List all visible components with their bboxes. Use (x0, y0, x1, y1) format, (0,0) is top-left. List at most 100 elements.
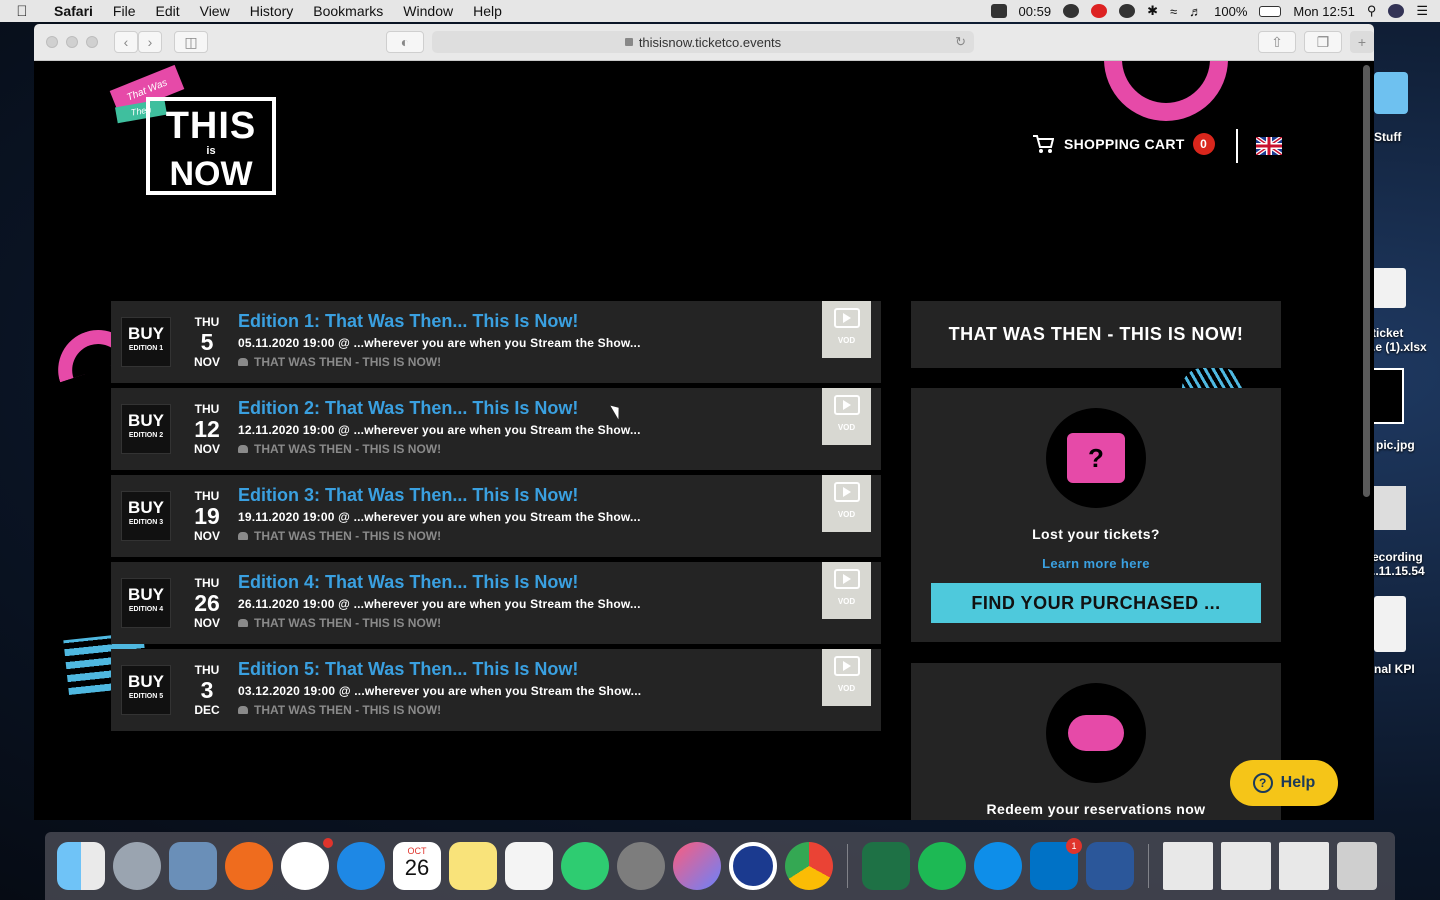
reminders-icon[interactable] (505, 842, 553, 890)
teamviewer-icon[interactable] (974, 842, 1022, 890)
shopping-cart-link[interactable]: SHOPPING CART 0 (1032, 133, 1215, 155)
spotify-icon[interactable] (918, 842, 966, 890)
folder-icon[interactable] (1374, 72, 1408, 114)
event-row[interactable]: BUY EDITION 3 THU 19 NOV Edition 3: That Wa… (111, 475, 881, 557)
event-thumbnail[interactable]: BUY EDITION 3 (121, 491, 171, 541)
docx-file-icon[interactable] (1374, 596, 1406, 652)
pic-thumbnail-icon[interactable] (1372, 368, 1404, 424)
itunes-icon[interactable] (673, 842, 721, 890)
event-thumbnail[interactable]: BUY EDITION 5 (121, 665, 171, 715)
desktop-item-kpi[interactable]: nal KPI (1374, 662, 1415, 676)
vod-badge[interactable]: VOD (822, 388, 871, 445)
battery-percent[interactable]: 100% (1214, 4, 1247, 19)
launchpad-icon[interactable] (113, 842, 161, 890)
preview-icon[interactable] (169, 842, 217, 890)
volume-icon[interactable]: ♬ (1189, 4, 1202, 19)
menu-help[interactable]: Help (463, 3, 512, 19)
siri-icon[interactable] (1388, 4, 1405, 18)
wifi-icon[interactable]: ≈ (1170, 4, 1177, 19)
event-thumbnail[interactable]: BUY EDITION 1 (121, 317, 171, 367)
xlsx-file-icon[interactable] (1372, 268, 1406, 308)
desktop-item-stuff[interactable]: Stuff (1374, 130, 1401, 144)
event-row[interactable]: BUY EDITION 5 THU 3 DEC Edition 5: That Was… (111, 649, 881, 731)
tabs-overview-button[interactable]: ❐ (1304, 31, 1342, 53)
event-row[interactable]: BUY EDITION 4 THU 26 NOV Edition 4: That Wa… (111, 562, 881, 644)
slack-icon[interactable] (281, 838, 333, 890)
bluetooth-icon[interactable]: ✱ (1147, 3, 1158, 19)
event-title-link[interactable]: Edition 2: That Was Then... This Is Now! (238, 398, 578, 419)
forward-button[interactable]: › (138, 31, 162, 53)
vod-badge[interactable]: VOD (822, 301, 871, 358)
recent-window-2-icon[interactable] (1221, 842, 1271, 890)
menu-history[interactable]: History (240, 3, 304, 19)
teamviewer-status-icon[interactable] (990, 4, 1007, 18)
privacy-report-button[interactable]: ◐ (386, 31, 424, 53)
event-thumbnail[interactable]: BUY EDITION 4 (121, 578, 171, 628)
pause-icon[interactable] (1063, 4, 1080, 18)
vod-badge[interactable]: VOD (822, 649, 871, 706)
battery-icon[interactable] (1259, 5, 1282, 17)
event-title-link[interactable]: Edition 4: That Was Then... This Is Now! (238, 572, 578, 593)
minimize-window-button[interactable] (66, 36, 78, 48)
record-icon[interactable] (1091, 4, 1108, 18)
menu-window[interactable]: Window (393, 3, 463, 19)
event-title-link[interactable]: Edition 1: That Was Then... This Is Now! (238, 311, 578, 332)
outlook-icon[interactable]: 1 (1030, 838, 1082, 890)
close-window-button[interactable] (46, 36, 58, 48)
notification-center-icon[interactable]: ☰ (1416, 3, 1428, 19)
page-scrollbar[interactable] (1363, 65, 1370, 497)
site-logo[interactable]: That Was Then THIS is NOW (109, 64, 282, 198)
organizer-title-card[interactable]: THAT WAS THEN - THIS IS NOW! (911, 301, 1281, 368)
app-a-icon[interactable] (561, 842, 609, 890)
system-preferences-icon[interactable] (617, 842, 665, 890)
cloud-icon[interactable] (1119, 4, 1136, 18)
desktop-item-ticket-xlsx[interactable]: ticket .e (1).xlsx (1372, 326, 1427, 354)
share-button[interactable]: ⇧ (1258, 31, 1296, 53)
timer-text[interactable]: 00:59 (1019, 4, 1052, 19)
reload-icon[interactable]: ↻ (955, 34, 966, 50)
event-title-link[interactable]: Edition 5: That Was Then... This Is Now! (238, 659, 578, 680)
1password-icon[interactable] (729, 842, 777, 890)
event-row[interactable]: BUY EDITION 1 THU 5 NOV Edition 1: That Was… (111, 301, 881, 383)
spotlight-icon[interactable]: ⚲ (1367, 3, 1377, 19)
finder-icon[interactable] (57, 842, 105, 890)
new-tab-button[interactable]: + (1350, 31, 1374, 53)
address-bar[interactable]: thisisnow.ticketco.events ↻ (432, 31, 974, 53)
recent-window-1-icon[interactable] (1163, 842, 1213, 890)
dock-separator (1148, 844, 1149, 888)
desktop-item-pic[interactable]: pic.jpg (1376, 438, 1415, 452)
sublime-icon[interactable] (225, 842, 273, 890)
vod-badge[interactable]: VOD (822, 475, 871, 532)
recording-thumbnail-icon[interactable] (1372, 486, 1406, 530)
vod-label: VOD (837, 510, 856, 519)
notes-icon[interactable] (449, 842, 497, 890)
event-row[interactable]: BUY EDITION 2 THU 12 NOV Edition 2: That Wa… (111, 388, 881, 470)
apple-menu-icon[interactable]:  (0, 3, 44, 20)
back-button[interactable]: ‹ (114, 31, 138, 53)
menu-view[interactable]: View (190, 3, 240, 19)
lost-ticket-icon: ? (1046, 408, 1146, 508)
excel-icon[interactable] (862, 842, 910, 890)
recent-window-3-icon[interactable] (1279, 842, 1329, 890)
calendar-icon[interactable]: OCT 26 (393, 842, 441, 890)
vod-badge[interactable]: VOD (822, 562, 871, 619)
menu-bookmarks[interactable]: Bookmarks (303, 3, 393, 19)
word-icon[interactable] (1086, 842, 1134, 890)
event-thumbnail[interactable]: BUY EDITION 2 (121, 404, 171, 454)
menu-app-name[interactable]: Safari (44, 3, 103, 19)
find-purchased-button[interactable]: FIND YOUR PURCHASED ... (931, 583, 1261, 623)
chrome-icon[interactable] (785, 842, 833, 890)
uk-flag-icon[interactable] (1256, 137, 1282, 155)
event-title-link[interactable]: Edition 3: That Was Then... This Is Now! (238, 485, 578, 506)
sidebar-toggle-button[interactable]: ◫ (174, 31, 208, 53)
safari-dock-icon[interactable] (337, 842, 385, 890)
menu-edit[interactable]: Edit (145, 3, 189, 19)
menu-file[interactable]: File (103, 3, 146, 19)
help-button[interactable]: ? Help (1230, 760, 1338, 806)
zoom-window-button[interactable] (86, 36, 98, 48)
clock[interactable]: Mon 12:51 (1293, 4, 1354, 19)
desktop-item-recording[interactable]: ecording ..11.15.54 (1372, 550, 1425, 578)
learn-more-link[interactable]: Learn more here (911, 556, 1281, 571)
trash-icon[interactable] (1337, 842, 1377, 890)
vod-label: VOD (837, 336, 856, 345)
